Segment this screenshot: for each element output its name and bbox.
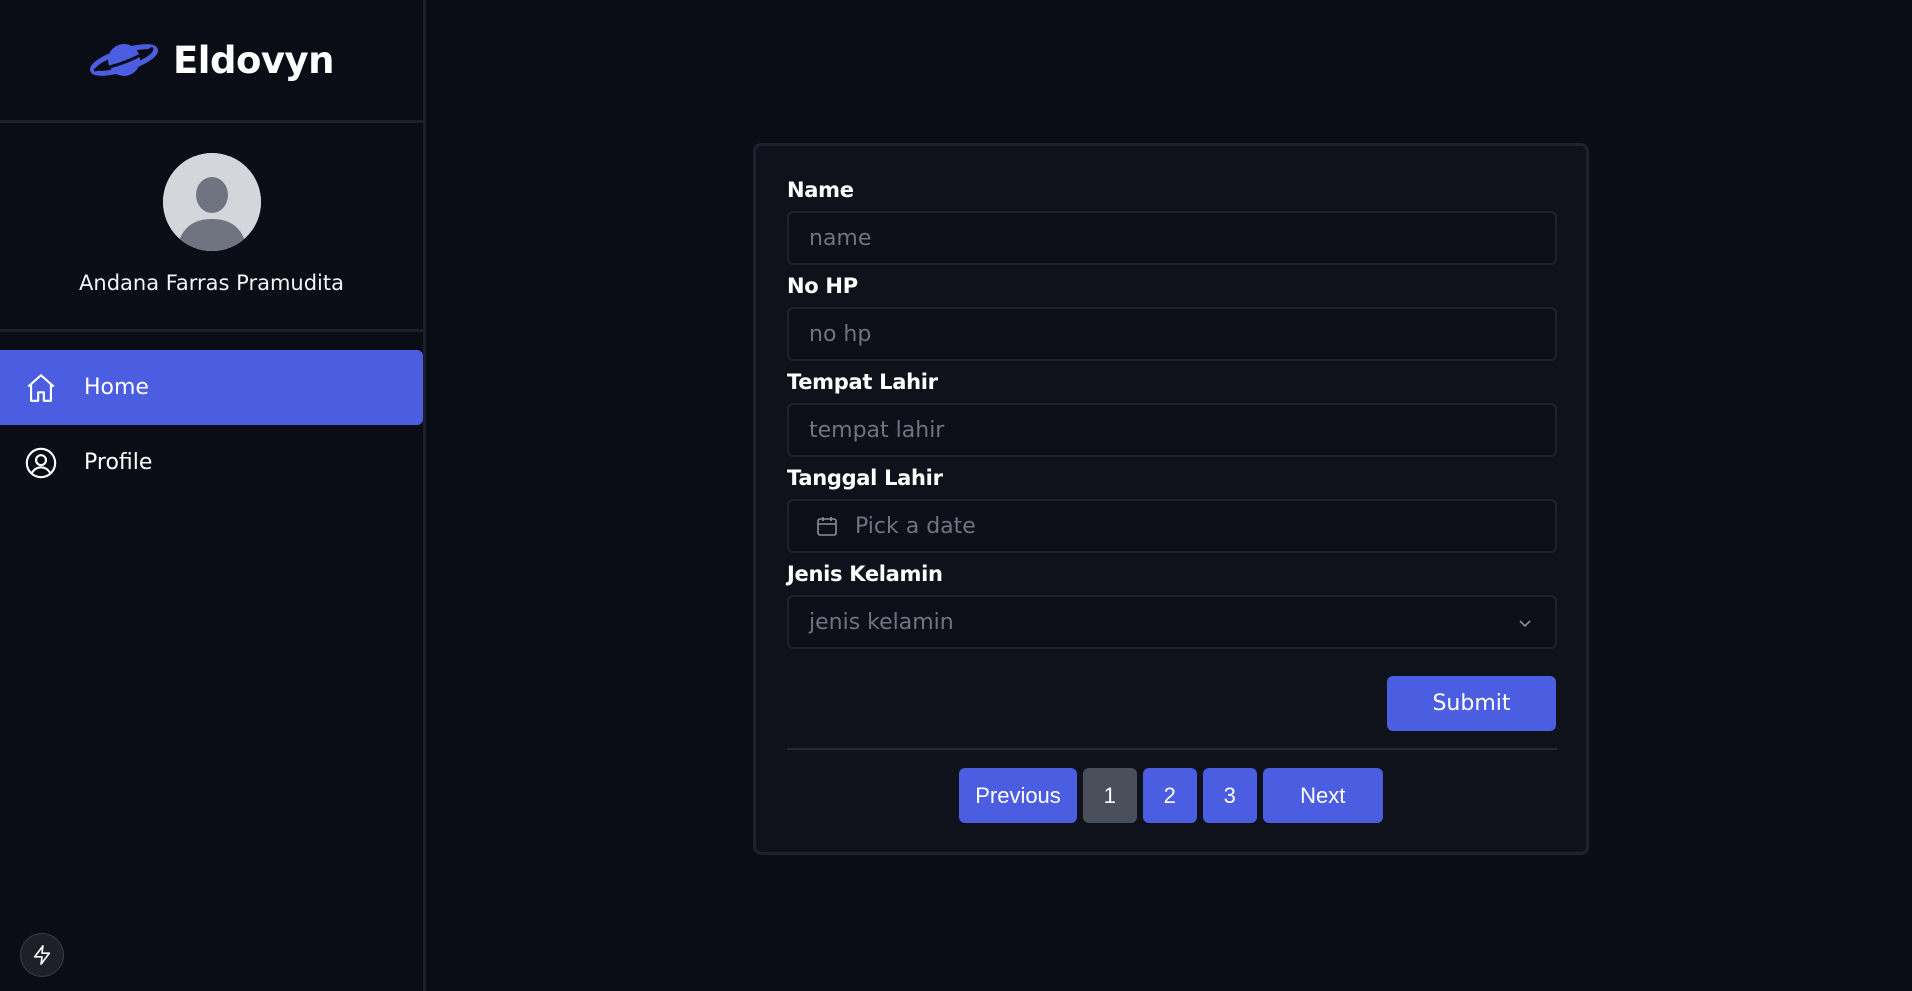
gender-field: Jenis Kelamin jenis kelamin xyxy=(787,562,1557,649)
birthplace-field: Tempat Lahir tempat lahir xyxy=(787,370,1557,457)
submit-button[interactable]: Submit xyxy=(1387,676,1556,731)
birthdate-label: Tanggal Lahir xyxy=(787,466,943,490)
app-root: Eldovyn Andana Farras Pramudita Home Pro… xyxy=(0,0,1912,991)
name-label: Name xyxy=(787,178,854,202)
gender-select[interactable]: jenis kelamin xyxy=(787,595,1557,649)
sidebar-item-label: Profile xyxy=(84,450,153,475)
page-1-button[interactable]: 1 xyxy=(1082,768,1137,823)
user-avatar-icon xyxy=(162,153,261,251)
name-field: Name name xyxy=(787,178,1557,265)
birthplace-label: Tempat Lahir xyxy=(787,370,938,394)
name-input[interactable]: name xyxy=(787,211,1557,265)
planet-logo-icon xyxy=(90,44,159,76)
user-name: Andana Farras Pramudita xyxy=(79,271,344,295)
page-2-button[interactable]: 2 xyxy=(1142,768,1197,823)
sidebar-nav: Home Profile xyxy=(0,350,423,500)
birthplace-input[interactable]: tempat lahir xyxy=(787,403,1557,457)
next-button[interactable]: Next xyxy=(1262,768,1383,823)
avatar[interactable] xyxy=(162,153,261,251)
calendar-icon xyxy=(817,517,837,536)
sidebar: Eldovyn Andana Farras Pramudita Home Pro… xyxy=(0,0,426,991)
form-card: Name name No HP no hp Tempat Lahir tempa… xyxy=(753,143,1589,855)
previous-button[interactable]: Previous xyxy=(959,768,1077,823)
name-placeholder: name xyxy=(809,225,872,251)
phone-label: No HP xyxy=(787,274,858,298)
brand[interactable]: Eldovyn xyxy=(0,0,423,123)
user-circle-icon xyxy=(25,447,57,478)
phone-field: No HP no hp xyxy=(787,274,1557,361)
phone-input[interactable]: no hp xyxy=(787,307,1557,361)
pagination: Previous 1 2 3 Next xyxy=(756,768,1586,823)
date-picker-button[interactable]: Pick a date xyxy=(787,499,1557,553)
user-panel: Andana Farras Pramudita xyxy=(0,123,423,332)
lightning-icon xyxy=(33,945,51,965)
brand-name: Eldovyn xyxy=(173,38,334,82)
sidebar-item-label: Home xyxy=(84,375,149,400)
bolt-button[interactable] xyxy=(20,933,64,977)
gender-label: Jenis Kelamin xyxy=(787,562,943,586)
sidebar-item-home[interactable]: Home xyxy=(0,350,423,425)
birthdate-field: Tanggal Lahir Pick a date xyxy=(787,466,1557,553)
chevron-down-icon xyxy=(1519,620,1531,628)
gender-placeholder: jenis kelamin xyxy=(809,609,954,635)
divider xyxy=(787,748,1557,750)
home-icon xyxy=(27,373,55,402)
birthdate-placeholder: Pick a date xyxy=(855,513,976,539)
birthplace-placeholder: tempat lahir xyxy=(809,417,945,443)
page-3-button[interactable]: 3 xyxy=(1202,768,1257,823)
sidebar-item-profile[interactable]: Profile xyxy=(0,425,423,500)
phone-placeholder: no hp xyxy=(809,321,872,347)
